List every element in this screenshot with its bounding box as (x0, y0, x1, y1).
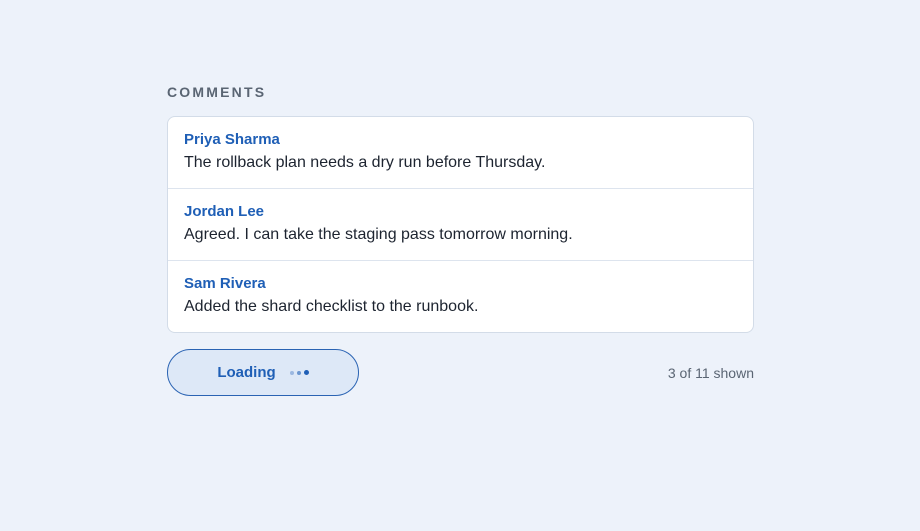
loading-dot (289, 370, 294, 375)
comment-item: Priya Sharma The rollback plan needs a d… (168, 117, 753, 188)
loading-dot (303, 370, 309, 375)
shown-count: 3 of 11 shown (667, 365, 754, 381)
comments-section: COMMENTS Priya Sharma The rollback plan … (167, 84, 754, 333)
comments-footer: Loading 3 of 11 shown (167, 349, 754, 396)
comment-item: Sam Rivera Added the shard checklist to … (168, 260, 753, 332)
section-title: COMMENTS (167, 84, 267, 100)
loading-dots-icon (289, 370, 309, 375)
comment-text: Agreed. I can take the staging pass tomo… (184, 226, 573, 243)
loading-dot (296, 370, 301, 375)
comment-text: Added the shard checklist to the runbook… (184, 298, 479, 315)
load-button-label: Loading (217, 364, 276, 381)
comment-item: Jordan Lee Agreed. I can take the stagin… (168, 188, 753, 260)
load-more-button[interactable]: Loading (167, 349, 359, 396)
comment-author: Sam Rivera (184, 275, 266, 292)
comment-list: Priya Sharma The rollback plan needs a d… (167, 116, 754, 333)
comment-author: Jordan Lee (184, 203, 265, 220)
comment-text: The rollback plan needs a dry run before… (184, 154, 546, 171)
comment-author: Priya Sharma (184, 131, 280, 148)
